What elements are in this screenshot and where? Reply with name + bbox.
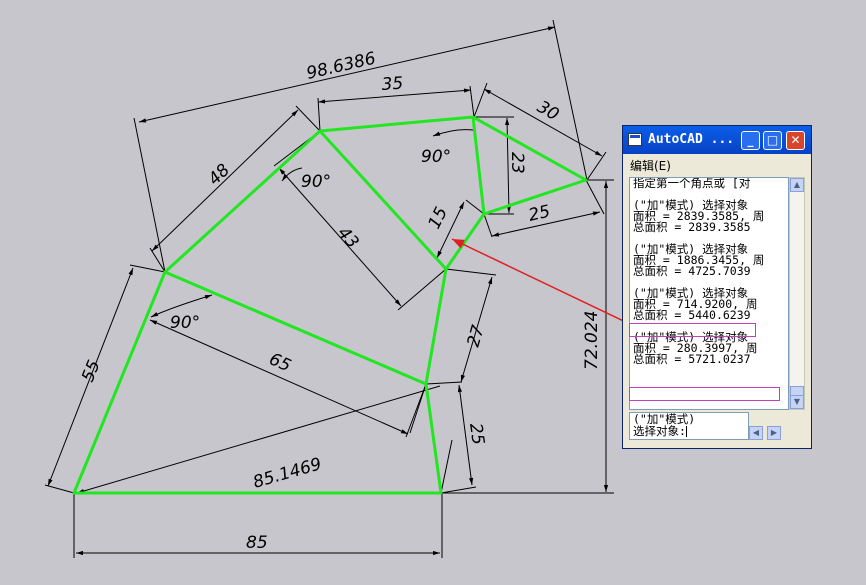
dim-text-15: 15 <box>425 204 452 232</box>
menu-edit[interactable]: 编辑(E) <box>630 157 671 174</box>
dim-text-35: 35 <box>381 74 404 95</box>
cmd-prompt: 选择对象: <box>633 424 686 438</box>
close-button[interactable]: ✕ <box>786 131 805 150</box>
dimension-lines <box>47 26 609 556</box>
output-line: 总面积 = 5721.0237 <box>633 352 751 366</box>
dim-text-27: 27 <box>464 323 489 349</box>
dim-text-25-lower: 25 <box>465 422 488 446</box>
scroll-down-button[interactable]: ▼ <box>790 395 804 409</box>
output-line: 总面积 = 4725.7039 <box>633 264 751 278</box>
output-line: 总面积 = 2839.3585 <box>633 220 751 234</box>
window-title: AutoCAD ... <box>648 132 735 147</box>
dim-text-85-slant: 85.1469 <box>251 454 324 493</box>
highlight-total-5721 <box>629 387 780 401</box>
app-window-icon[interactable] <box>628 133 642 146</box>
dim-text-48: 48 <box>205 160 235 190</box>
dim-text-43: 43 <box>333 223 362 252</box>
maximize-button[interactable]: □ <box>763 131 782 150</box>
output-line: 总面积 = 5440.6239 <box>633 308 751 322</box>
dim-text-23: 23 <box>507 152 527 174</box>
highlight-area-714 <box>629 323 756 337</box>
dim-text-65: 65 <box>266 349 294 376</box>
vertical-scrollbar[interactable]: ▲ ▼ <box>789 177 805 410</box>
text-caret <box>685 426 687 437</box>
dim-text-72: 72.024 <box>582 311 602 370</box>
scroll-up-button[interactable]: ▲ <box>790 178 804 192</box>
dim-text-25-upper: 25 <box>527 202 553 226</box>
dim-text-55: 55 <box>78 357 105 385</box>
autocad-text-window[interactable]: AutoCAD ... _ □ ✕ 编辑(E) 指定第一个角点或 [对 ("加"模… <box>622 125 812 449</box>
dim-text-angle-upper: 90° <box>301 172 331 192</box>
dim-text-30: 30 <box>534 97 563 125</box>
minimize-button[interactable]: _ <box>741 131 760 150</box>
menu-bar: 编辑(E) <box>623 154 811 174</box>
cmd-line-2: 选择对象: <box>630 425 748 437</box>
window-titlebar[interactable]: AutoCAD ... _ □ ✕ <box>623 126 811 154</box>
dim-text-98: 98.6386 <box>305 49 378 84</box>
scroll-right-button[interactable]: ▶ <box>767 426 781 440</box>
command-line-input[interactable]: ("加"模式) 选择对象: <box>629 412 749 440</box>
dim-text-angle-top: 90° <box>421 147 451 167</box>
command-history[interactable]: 指定第一个角点或 [对 ("加"模式) 选择对象 面积 = 2839.3585, 周… <box>629 177 789 410</box>
output-line: 指定第一个角点或 [对 <box>633 177 751 190</box>
dim-text-85: 85 <box>246 533 268 553</box>
callout-arrow <box>451 238 637 328</box>
scroll-left-button[interactable]: ◀ <box>749 426 763 440</box>
horizontal-scrollbar[interactable]: ◀ ▶ <box>749 426 789 440</box>
dim-text-angle-left: 90° <box>170 313 200 333</box>
